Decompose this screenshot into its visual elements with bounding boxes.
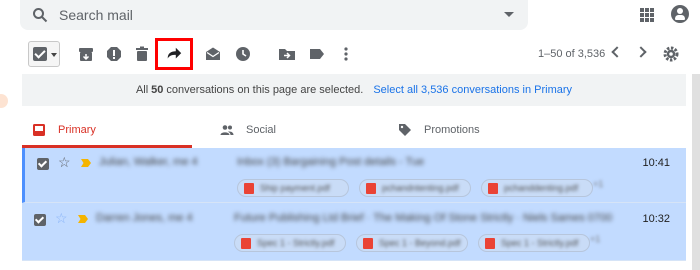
chevron-left-icon[interactable] (611, 46, 623, 58)
label-icon[interactable] (307, 44, 327, 64)
importance-marker-icon[interactable] (81, 159, 91, 167)
attachment-name: pchandntenting.pdf (382, 183, 459, 193)
tag-icon (399, 124, 411, 136)
account-icon[interactable] (671, 5, 689, 23)
message-sender: Darren Jones, me 4 (96, 212, 193, 224)
message-subject: Inbox (3) Bargaining Post details - Tue (237, 156, 425, 168)
attachment-name: Spec 1 - Strictly.pdf (501, 238, 579, 248)
attachment-chip[interactable]: pchandntenting.pdf (359, 179, 471, 197)
row-checkbox[interactable] (37, 158, 49, 170)
category-tabs: Primary Social Promotions (22, 112, 686, 148)
more-attachments[interactable]: +1 (593, 179, 603, 189)
settings-gear-icon[interactable] (661, 44, 681, 64)
move-to-icon[interactable] (277, 44, 297, 64)
pdf-icon (485, 238, 495, 249)
scrollbar[interactable] (692, 74, 700, 270)
select-all-conversations-link[interactable]: Select all 3,536 conversations in Primar… (373, 84, 572, 96)
delete-icon[interactable] (132, 44, 152, 64)
mark-read-icon[interactable] (203, 44, 223, 64)
attachment-chip[interactable]: Spec 1 - Strictly.pdf (234, 234, 346, 252)
message-sender: Julian, Walker, me 4 (99, 156, 198, 168)
attachment-name: Spec 1 - Strictly.pdf (257, 238, 335, 248)
banner-text: conversations on this page are selected. (166, 84, 364, 96)
gmail-window: Search mail 1–50 of 3,536 All 50 convers… (0, 0, 700, 270)
more-attachments[interactable]: +1 (590, 234, 600, 244)
tab-promotions-label: Promotions (424, 124, 480, 136)
side-notification-dot (0, 94, 8, 108)
message-time: 10:32 (642, 213, 670, 225)
search-bar[interactable]: Search mail (20, 0, 528, 30)
importance-marker-icon[interactable] (78, 215, 88, 223)
pdf-icon (488, 183, 498, 194)
message-time: 10:41 (642, 157, 670, 169)
attachment-chip[interactable]: Spec 1 - Strictly.pdf (478, 234, 590, 252)
chevron-down-icon[interactable] (51, 53, 57, 57)
star-icon[interactable]: ☆ (55, 211, 68, 225)
banner-count: 50 (151, 84, 164, 96)
attachment-chip[interactable]: Ship payment.pdf (237, 179, 349, 197)
archive-icon[interactable] (76, 44, 96, 64)
pdf-icon (241, 238, 251, 249)
message-row[interactable]: ☆ Darren Jones, me 4 Future Publishing L… (22, 203, 686, 261)
message-row[interactable]: ☆ Julian, Walker, me 4 Inbox (3) Bargain… (22, 148, 686, 203)
tab-social[interactable]: Social (210, 112, 380, 148)
tab-social-label: Social (246, 124, 276, 136)
pdf-icon (363, 238, 373, 249)
search-options-chevron-down-icon[interactable] (504, 12, 514, 17)
tab-promotions[interactable]: Promotions (388, 112, 558, 148)
attachment-name: Ship payment.pdf (260, 183, 331, 193)
banner-prefix: All (135, 84, 149, 96)
report-spam-icon[interactable] (104, 44, 124, 64)
message-subject: Future Publishing Ltd Brief · The Making… (234, 212, 613, 224)
checkbox-icon (33, 47, 47, 61)
row-checkbox[interactable] (34, 214, 46, 226)
attachment-chip[interactable]: Spec 1 - Beyond.pdf (356, 234, 468, 252)
attachment-name: Spec 1 - Beyond.pdf (379, 238, 461, 248)
tab-primary-label: Primary (58, 124, 96, 136)
apps-icon[interactable] (640, 8, 654, 22)
chevron-right-icon[interactable] (635, 46, 647, 58)
inbox-icon (33, 124, 45, 136)
toolbar: 1–50 of 3,536 (0, 38, 700, 70)
snooze-icon[interactable] (233, 44, 253, 64)
people-icon (220, 125, 234, 135)
search-input[interactable]: Search mail (59, 7, 133, 23)
attachment-chip[interactable]: pchanddenting.pdf (481, 179, 593, 197)
select-all-checkbox[interactable] (28, 41, 60, 67)
selection-banner: All 50 conversations on this page are se… (22, 74, 686, 106)
more-vert-icon[interactable] (336, 44, 356, 64)
pdf-icon (366, 183, 376, 194)
tab-primary[interactable]: Primary (22, 112, 192, 148)
pdf-icon (244, 183, 254, 194)
forward-icon[interactable] (165, 45, 183, 63)
star-icon[interactable]: ☆ (58, 155, 71, 169)
attachment-name: pchanddenting.pdf (504, 183, 579, 193)
forward-button-highlight[interactable] (155, 38, 193, 70)
search-icon[interactable] (32, 7, 48, 23)
pagination-text: 1–50 of 3,536 (538, 48, 606, 60)
